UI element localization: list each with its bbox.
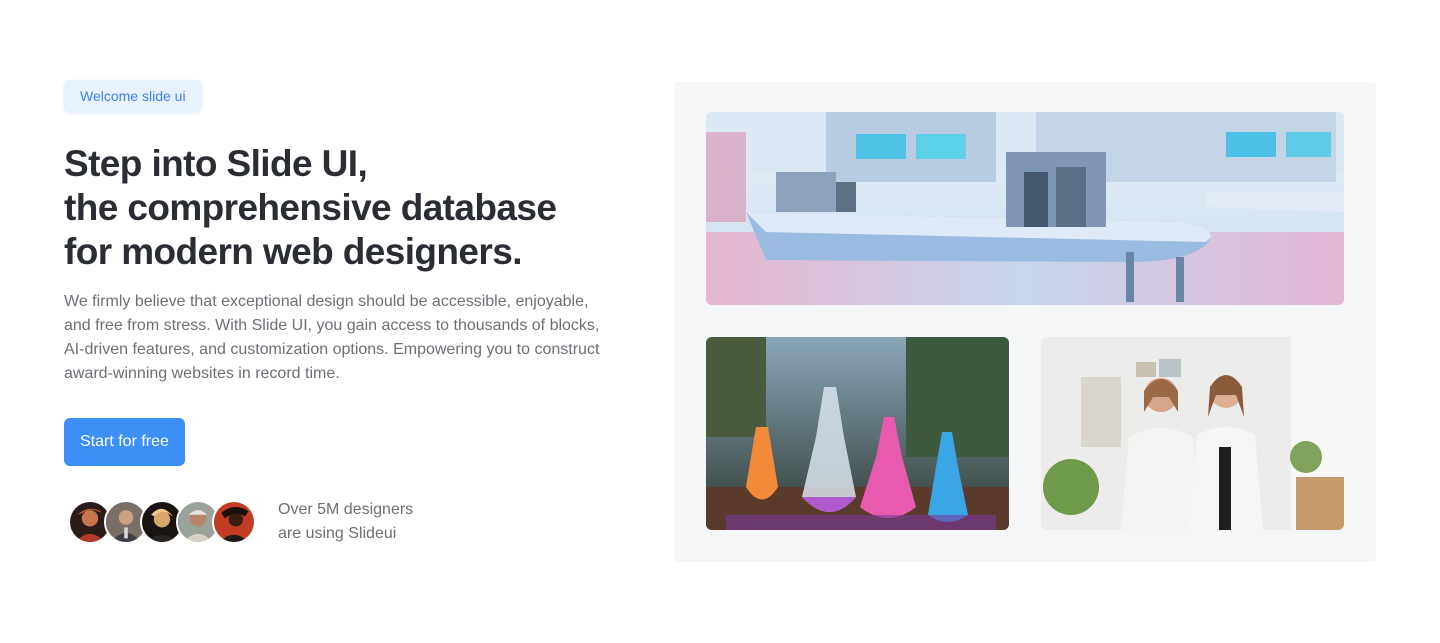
avatar-group [64, 500, 256, 544]
hero-title-line: Step into Slide UI, [64, 143, 368, 184]
hero-title: Step into Slide UI, the comprehensive da… [64, 142, 624, 274]
hero-description: We firmly believe that exceptional desig… [64, 293, 600, 382]
start-for-free-button[interactable]: Start for free [64, 418, 185, 466]
hero-title-line: for modern web designers. [64, 231, 522, 272]
social-proof-line: Over 5M designers [278, 501, 414, 518]
avatar [212, 500, 256, 544]
laboratory-interior-photo [706, 112, 1344, 305]
hero-section: Welcome slide ui Step into Slide UI, the… [64, 80, 624, 546]
two-scientists-photo [1041, 337, 1344, 530]
social-proof-line: are using Slideui [278, 525, 397, 542]
welcome-badge: Welcome slide ui [64, 80, 202, 112]
social-proof-text: Over 5M designers are using Slideui [278, 498, 413, 546]
social-proof: Over 5M designers are using Slideui [64, 498, 624, 546]
colorful-flasks-photo [706, 337, 1009, 530]
hero-title-line: the comprehensive database [64, 187, 557, 228]
image-gallery [674, 82, 1376, 562]
